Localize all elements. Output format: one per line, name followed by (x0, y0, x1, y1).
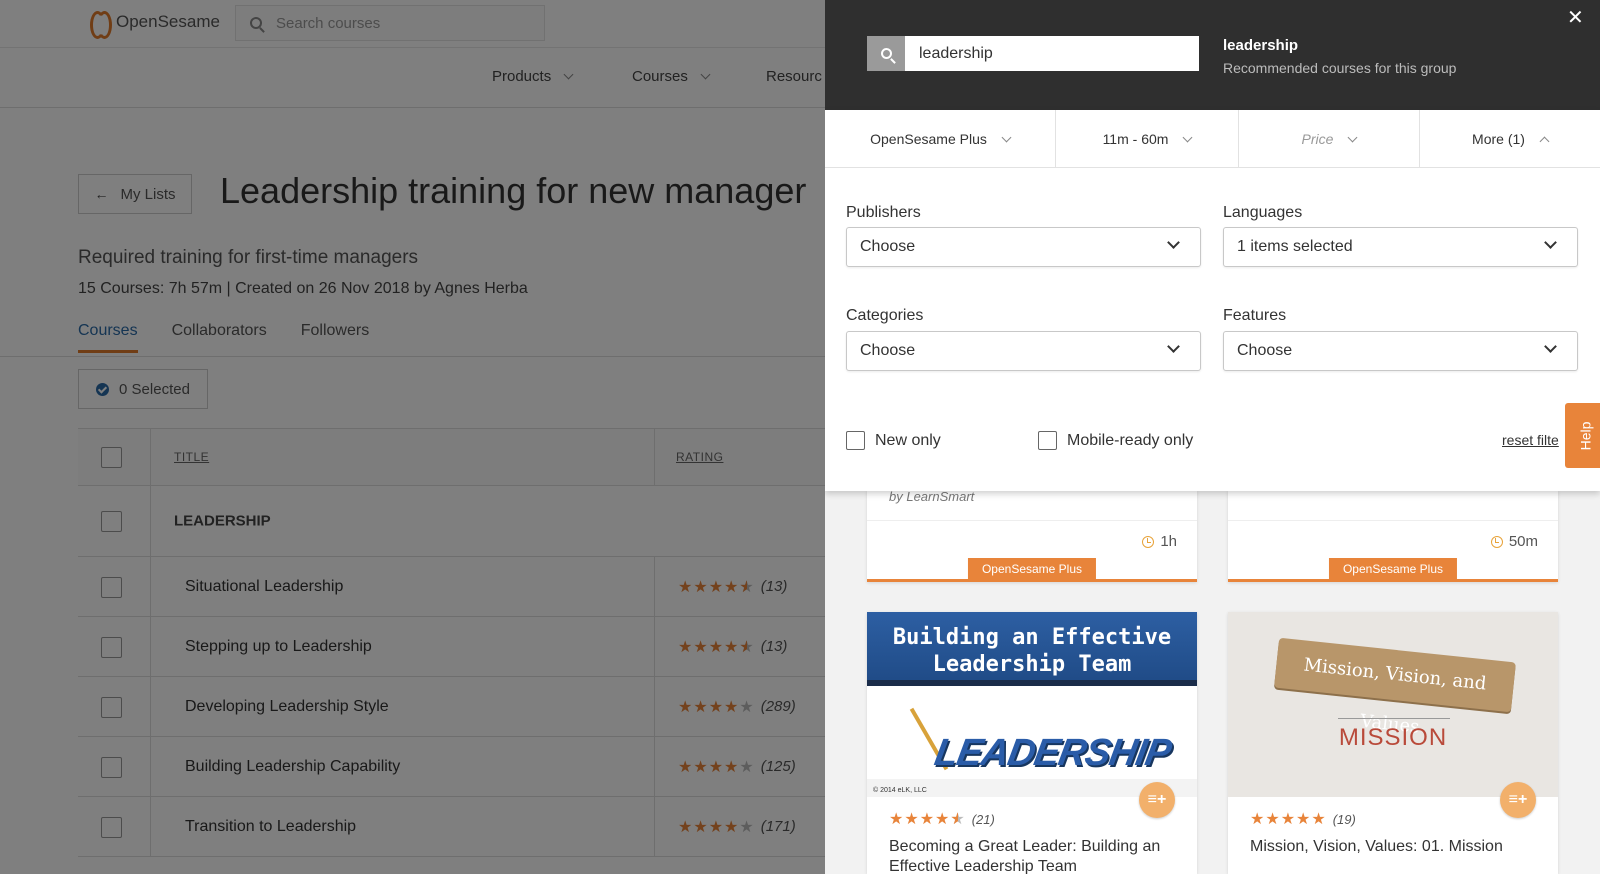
filter-publisher-label: OpenSesame Plus (870, 131, 987, 147)
card-divider (1228, 520, 1558, 521)
thumbnail-copyright: © 2014 eLK, LLC (873, 787, 927, 794)
clock-icon (1490, 535, 1503, 548)
duration-value: 1h (1160, 533, 1177, 550)
course-card[interactable]: Building an Effective Leadership Team LE… (867, 612, 1197, 874)
card-title[interactable]: Mission, Vision, Values: 01. Mission (1250, 837, 1540, 857)
filter-price-label: Price (1301, 131, 1334, 147)
panel-header: leadership Recommended courses for this … (825, 0, 1600, 110)
chevron-down-icon (1348, 132, 1358, 142)
course-card[interactable]: Mission, Vision, and Values MISSION ≡+ ★… (1228, 612, 1558, 874)
card-duration: 50m (1490, 533, 1538, 550)
categories-value: Choose (860, 342, 916, 359)
panel-search-button[interactable] (867, 36, 905, 71)
plus-badge: OpenSesame Plus (1328, 558, 1458, 580)
search-icon (880, 48, 892, 59)
rating-stars: ★★★★★ (1250, 811, 1327, 828)
plus-badge: OpenSesame Plus (967, 558, 1097, 580)
thumbnail-word: LEADERSHIP (931, 732, 1174, 774)
mobile-ready-label: Mobile-ready only (1067, 431, 1194, 449)
add-to-list-button[interactable]: ≡+ (1500, 782, 1536, 818)
panel-subheading: Recommended courses for this group (1223, 60, 1457, 76)
thumbnail-title: Mission, Vision, and Values (1274, 637, 1516, 738)
new-only-checkbox[interactable] (846, 431, 865, 450)
mobile-ready-option[interactable]: Mobile-ready only (1038, 431, 1193, 450)
course-card[interactable]: 50m OpenSesame Plus (1228, 490, 1558, 582)
help-tab[interactable]: Help (1565, 403, 1600, 468)
filter-duration-dropdown[interactable]: 11m - 60m (1056, 110, 1239, 168)
card-rating: ★★★★★ (19) (1250, 809, 1356, 829)
panel-search-input[interactable] (905, 36, 1199, 71)
filter-more-label: More (1) (1472, 131, 1525, 147)
add-to-list-button[interactable]: ≡+ (1139, 782, 1175, 818)
recommendations-panel: leadership Recommended courses for this … (825, 0, 1600, 874)
features-value: Choose (1237, 342, 1293, 359)
help-label: Help (1576, 421, 1593, 450)
panel-heading: leadership (1223, 37, 1299, 54)
dim-overlay[interactable] (0, 0, 825, 874)
course-thumbnail: Mission, Vision, and Values MISSION (1228, 612, 1558, 797)
publishers-value: Choose (860, 238, 916, 255)
duration-value: 50m (1508, 533, 1538, 550)
rating-stars: ★★★★★★ (889, 811, 966, 828)
rating-count: (19) (1332, 811, 1356, 827)
languages-label: Languages (1223, 204, 1303, 221)
chevron-down-icon (1001, 132, 1012, 142)
chevron-down-icon (1182, 132, 1193, 142)
features-select[interactable]: Choose (1223, 331, 1578, 371)
clock-icon (1142, 535, 1155, 548)
chevron-down-icon (1167, 340, 1180, 353)
thumbnail-word: MISSION (1338, 724, 1448, 751)
languages-value: 1 items selected (1237, 238, 1353, 255)
features-label: Features (1223, 307, 1287, 324)
new-only-label: New only (875, 431, 941, 449)
card-rating: ★★★★★★ (21) (889, 809, 995, 829)
filter-bar: OpenSesame Plus 11m - 60m Price More (1) (825, 110, 1600, 168)
chevron-down-icon (1167, 236, 1180, 249)
languages-select[interactable]: 1 items selected (1223, 227, 1578, 267)
filter-price-dropdown[interactable]: Price (1239, 110, 1420, 168)
card-title[interactable]: Becoming a Great Leader: Building an Eff… (889, 837, 1179, 874)
filter-publisher-dropdown[interactable]: OpenSesame Plus (825, 110, 1056, 168)
chevron-down-icon (1544, 340, 1557, 353)
mobile-ready-checkbox[interactable] (1038, 431, 1057, 450)
card-divider (867, 520, 1197, 521)
panel-search (867, 36, 1199, 71)
card-byline: by LearnSmart (889, 489, 975, 504)
thumbnail-rule (1338, 718, 1450, 719)
reset-filters-link[interactable]: reset filte (1502, 432, 1559, 448)
new-only-option[interactable]: New only (846, 431, 941, 450)
course-card[interactable]: by LearnSmart 1h OpenSesame Plus (867, 489, 1197, 582)
filter-area: OpenSesame Plus 11m - 60m Price More (1)… (825, 110, 1600, 491)
filter-duration-label: 11m - 60m (1102, 131, 1169, 147)
course-thumbnail: Building an Effective Leadership Team LE… (867, 612, 1197, 797)
publishers-label: Publishers (846, 204, 921, 221)
close-icon[interactable]: ✕ (1567, 8, 1584, 28)
filter-more-toggle[interactable]: More (1) (1420, 110, 1600, 168)
card-duration: 1h (1142, 533, 1177, 550)
categories-select[interactable]: Choose (846, 331, 1201, 371)
rating-count: (21) (971, 811, 995, 827)
thumbnail-title: Building an Effective Leadership Team (867, 612, 1197, 686)
categories-label: Categories (846, 307, 924, 324)
chevron-up-icon (1539, 136, 1550, 146)
chevron-down-icon (1544, 236, 1557, 249)
publishers-select[interactable]: Choose (846, 227, 1201, 267)
